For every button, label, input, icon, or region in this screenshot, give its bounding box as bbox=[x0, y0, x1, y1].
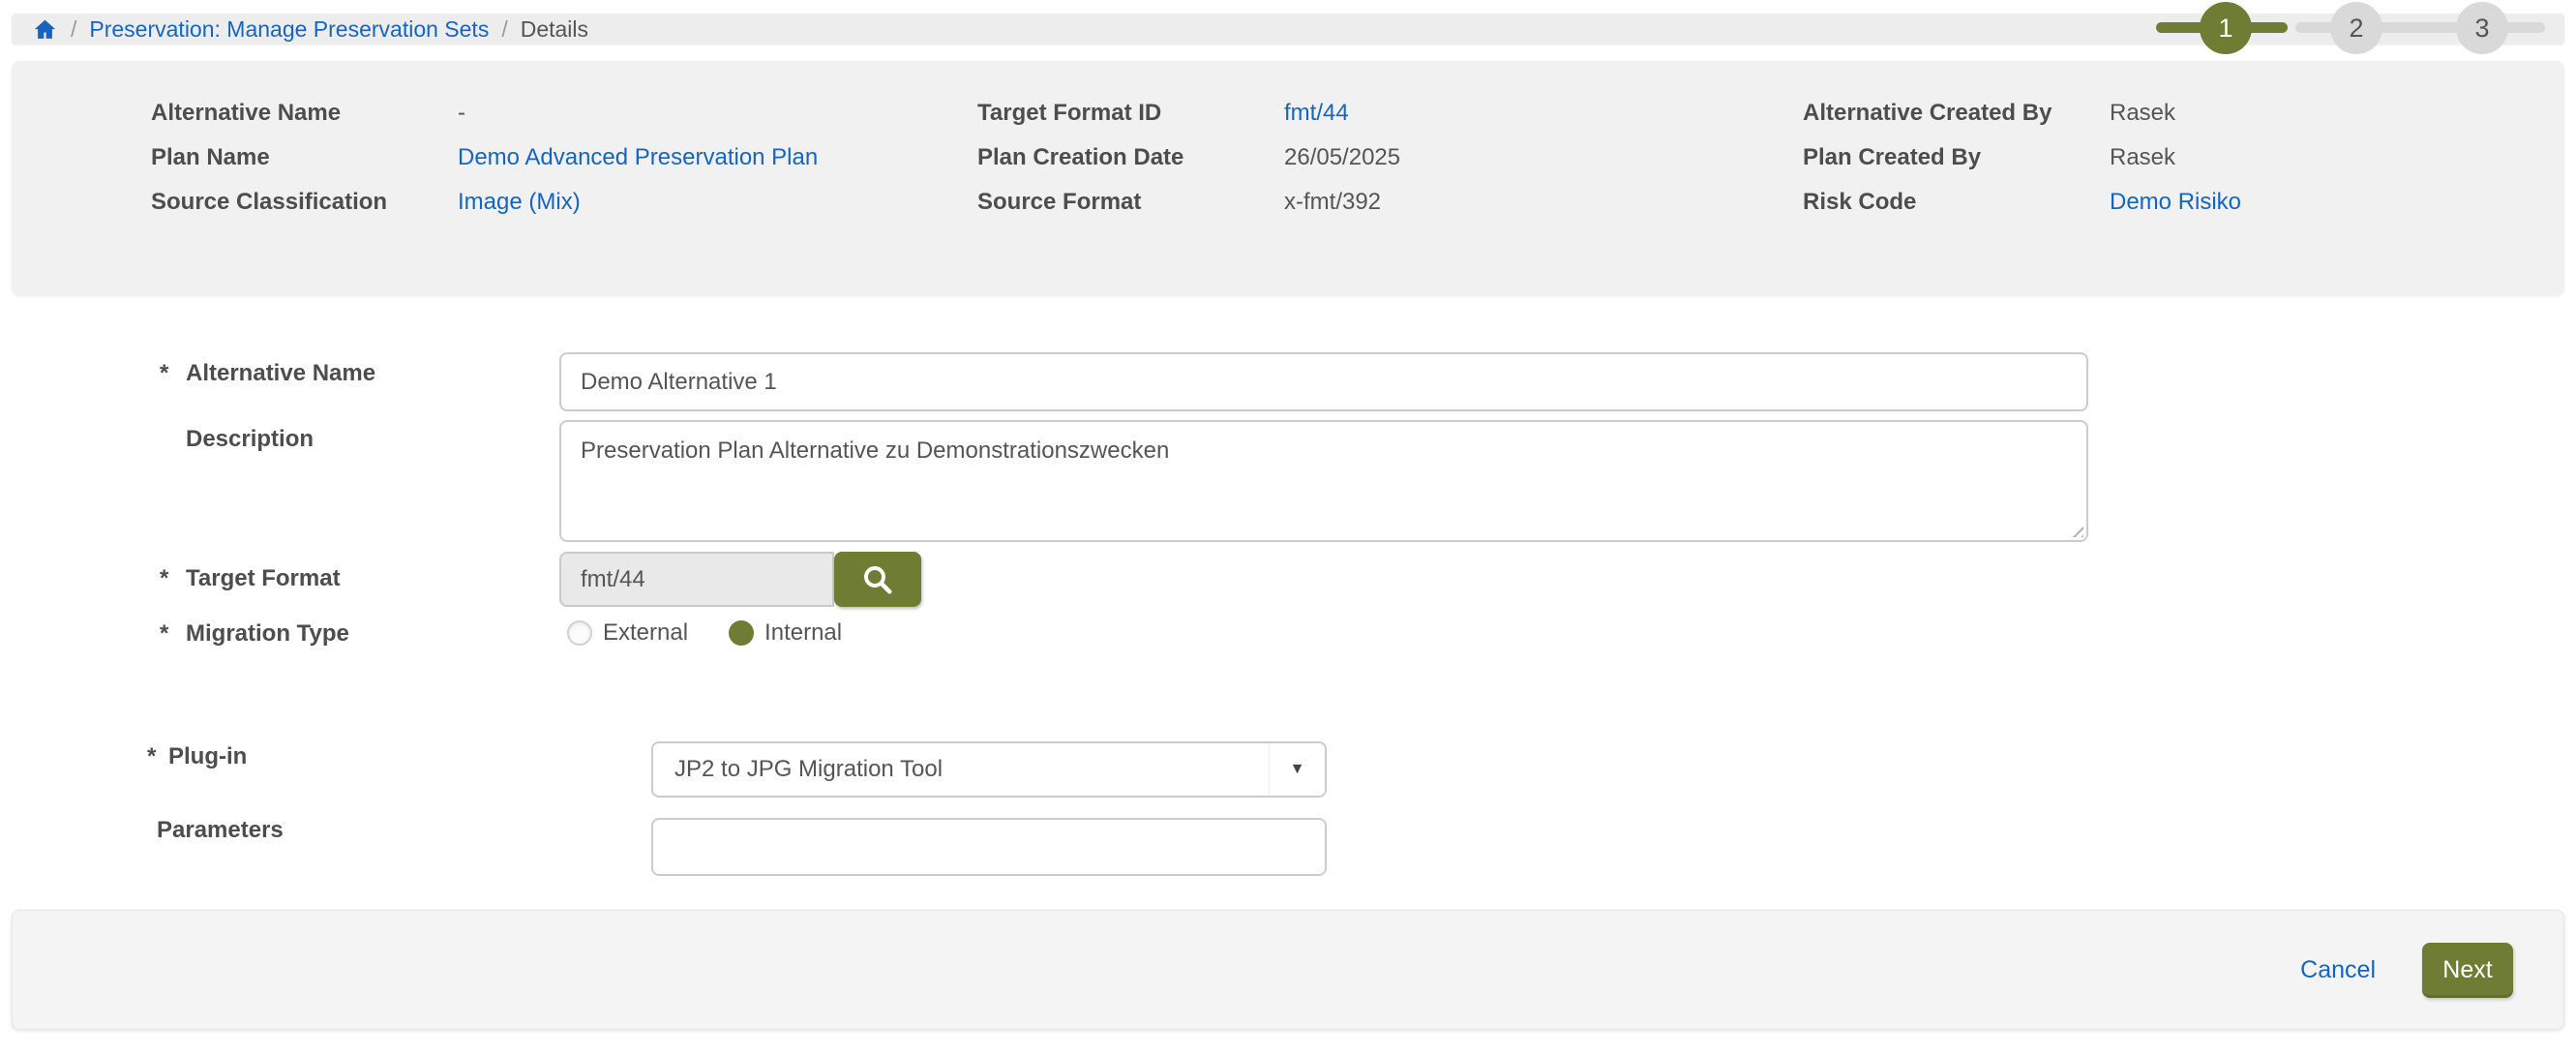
breadcrumb-current: Details bbox=[521, 16, 588, 43]
required-marker: * bbox=[147, 743, 168, 770]
breadcrumb-separator: / bbox=[501, 16, 507, 43]
plugin-select[interactable]: JP2 to JPG Migration Tool ▼ bbox=[651, 741, 1327, 798]
breadcrumb-link-preservation[interactable]: Preservation: Manage Preservation Sets bbox=[89, 16, 489, 43]
source-classification-link[interactable]: Image (Mix) bbox=[458, 187, 818, 218]
required-marker: * bbox=[160, 565, 186, 592]
parameters-input[interactable] bbox=[651, 818, 1327, 876]
summary-label: Source Classification bbox=[151, 187, 458, 218]
plugin-label: *Plug-in bbox=[147, 743, 247, 770]
summary-value: Rasek bbox=[2110, 142, 2241, 173]
plan-name-link[interactable]: Demo Advanced Preservation Plan bbox=[458, 142, 818, 173]
description-textarea[interactable]: Preservation Plan Alternative zu Demonst… bbox=[559, 420, 2088, 542]
summary-value: 26/05/2025 bbox=[1284, 142, 1400, 173]
summary-value: Rasek bbox=[2110, 98, 2241, 129]
radio-checked-icon bbox=[729, 620, 754, 646]
breadcrumb-separator: / bbox=[71, 16, 76, 43]
description-label: Description bbox=[186, 426, 314, 453]
migration-type-option-internal[interactable]: Internal bbox=[729, 619, 842, 647]
plugin-select-arrow-zone: ▼ bbox=[1269, 743, 1325, 796]
summary-label: Source Format bbox=[977, 187, 1284, 218]
stepper-step-1[interactable]: 1 bbox=[2200, 2, 2252, 54]
chevron-down-icon: ▼ bbox=[1290, 761, 1305, 778]
stepper-step-3[interactable]: 3 bbox=[2456, 2, 2508, 54]
required-marker: * bbox=[160, 620, 186, 648]
summary-column-1: Alternative Name - Plan Name Demo Advanc… bbox=[151, 98, 818, 218]
summary-label: Target Format ID bbox=[977, 98, 1284, 129]
alternative-name-label: *Alternative Name bbox=[160, 360, 375, 387]
footer-bar: Cancel Next bbox=[12, 910, 2564, 1030]
summary-column-3: Alternative Created By Rasek Plan Create… bbox=[1803, 98, 2241, 218]
summary-panel: Alternative Name - Plan Name Demo Advanc… bbox=[12, 61, 2564, 295]
migration-type-label: *Migration Type bbox=[160, 620, 349, 648]
target-format-input[interactable] bbox=[559, 552, 834, 607]
target-format-id-link[interactable]: fmt/44 bbox=[1284, 98, 1400, 129]
page: / Preservation: Manage Preservation Sets… bbox=[0, 0, 2576, 1055]
summary-label: Risk Code bbox=[1803, 187, 2110, 218]
next-button[interactable]: Next bbox=[2422, 943, 2513, 998]
search-icon bbox=[860, 562, 895, 597]
summary-column-2: Target Format ID fmt/44 Plan Creation Da… bbox=[977, 98, 1400, 218]
migration-type-option-external[interactable]: External bbox=[567, 619, 688, 647]
radio-unchecked-icon bbox=[567, 620, 592, 646]
alternative-name-input[interactable] bbox=[559, 352, 2088, 411]
home-icon bbox=[32, 17, 58, 42]
summary-label: Alternative Name bbox=[151, 98, 458, 129]
radio-label: External bbox=[603, 619, 688, 647]
target-format-label: *Target Format bbox=[160, 565, 341, 592]
target-format-search-button[interactable] bbox=[834, 552, 921, 607]
migration-type-radio-group: External Internal bbox=[567, 619, 883, 647]
summary-value: x-fmt/392 bbox=[1284, 187, 1400, 218]
summary-label: Plan Created By bbox=[1803, 142, 2110, 173]
required-marker: * bbox=[160, 360, 186, 387]
summary-value: - bbox=[458, 98, 818, 129]
summary-label: Plan Creation Date bbox=[977, 142, 1284, 173]
parameters-label: Parameters bbox=[157, 817, 284, 844]
summary-label: Alternative Created By bbox=[1803, 98, 2110, 129]
summary-label: Plan Name bbox=[151, 142, 458, 173]
risk-code-link[interactable]: Demo Risiko bbox=[2110, 187, 2241, 218]
stepper-step-2[interactable]: 2 bbox=[2330, 2, 2382, 54]
plugin-selected-value: JP2 to JPG Migration Tool bbox=[653, 756, 1269, 783]
radio-label: Internal bbox=[764, 619, 842, 647]
home-button[interactable] bbox=[32, 17, 58, 42]
cancel-button[interactable]: Cancel bbox=[2300, 956, 2376, 984]
